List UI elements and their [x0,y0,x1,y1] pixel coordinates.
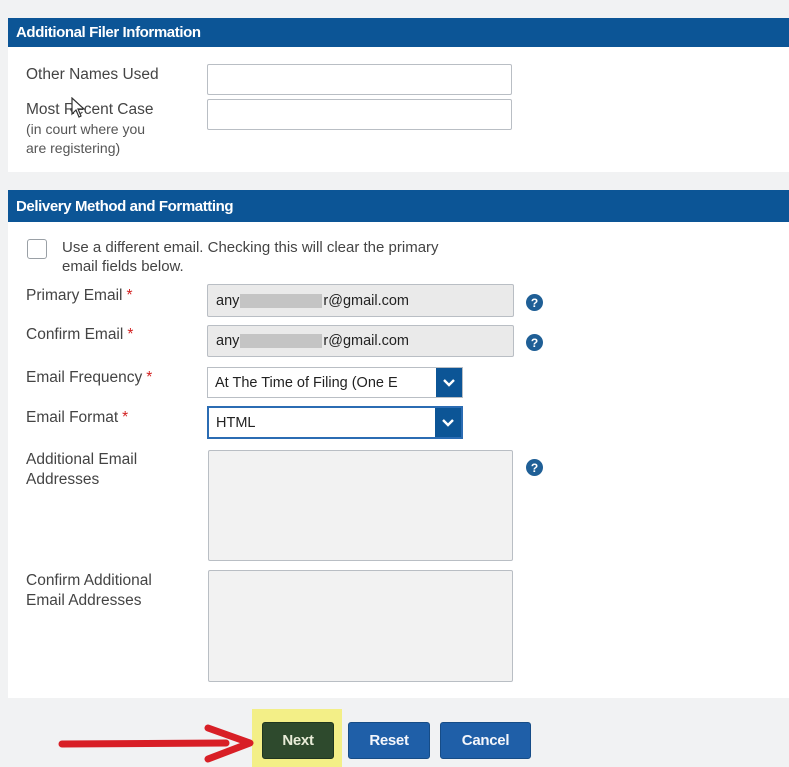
primary-email-input[interactable]: any r@gmail.com [207,284,514,317]
red-arrow-annotation [58,724,254,763]
other-names-input[interactable] [207,64,512,95]
confirm-additional-textarea[interactable] [208,570,513,682]
different-email-checkbox[interactable] [27,239,47,259]
confirm-email-input[interactable]: any r@gmail.com [207,325,514,357]
additional-emails-textarea[interactable] [208,450,513,561]
additional-emails-help-icon[interactable]: ? [526,459,543,476]
confirm-additional-label: Confirm Additional Email Addresses [26,572,152,609]
chevron-down-icon [435,408,461,437]
recent-case-label: Most Recent Case (in court where you are… [26,101,154,156]
chevron-down-icon [436,368,462,397]
reset-button[interactable]: Reset [348,722,430,759]
email-frequency-select[interactable]: At The Time of Filing (One E [207,367,463,398]
confirm-email-label: Confirm Email * [26,326,134,343]
primary-email-label: Primary Email * [26,287,133,304]
additional-filer-header: Additional Filer Information [8,18,789,47]
additional-emails-label: Additional Email Addresses [26,451,138,488]
additional-filer-title: Additional Filer Information [16,24,201,41]
redacted-block [240,293,323,308]
email-format-select[interactable]: HTML [207,406,463,439]
additional-filer-panel: Other Names Used Most Recent Case (in co… [8,47,789,172]
delivery-header: Delivery Method and Formatting [8,190,789,222]
redacted-block [240,334,323,348]
cancel-button[interactable]: Cancel [440,722,531,759]
recent-case-input[interactable] [207,99,512,130]
different-email-label: Use a different email. Checking this wil… [62,239,439,275]
next-button[interactable]: Next [262,722,334,759]
primary-email-help-icon[interactable]: ? [526,294,543,311]
delivery-title: Delivery Method and Formatting [16,197,234,215]
other-names-label: Other Names Used [26,66,159,83]
email-frequency-label: Email Frequency * [26,369,153,386]
delivery-panel: Use a different email. Checking this wil… [8,222,789,698]
mouse-pointer-icon [71,97,86,118]
email-format-label: Email Format * [26,409,129,426]
confirm-email-help-icon[interactable]: ? [526,334,543,351]
